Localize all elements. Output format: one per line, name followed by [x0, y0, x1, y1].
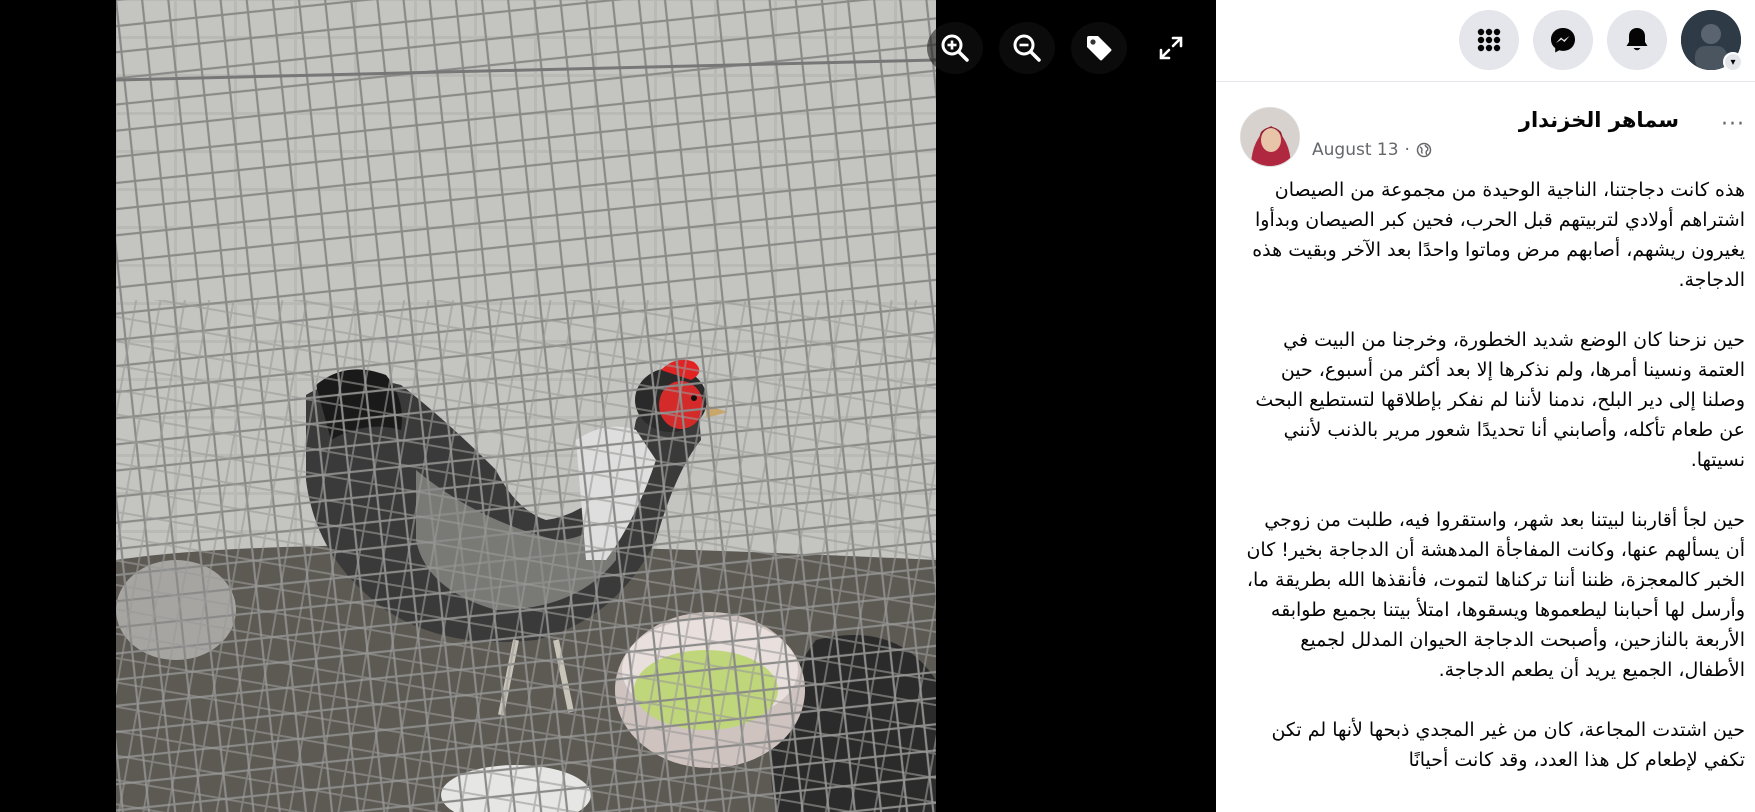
zoom-out-button[interactable] [999, 22, 1055, 74]
post-paragraph: حين اشتدت المجاعة، كان من غير المجدي ذبح… [1271, 719, 1745, 771]
post-paragraph: حين لجأ أقاربنا لبيتنا بعد شهر، واستقروا… [1246, 509, 1745, 681]
top-navigation: ▾ [1216, 0, 1755, 82]
author-avatar[interactable] [1240, 107, 1300, 167]
photo-toolbar [927, 22, 1199, 74]
fullscreen-icon [1159, 36, 1183, 60]
post-options-button[interactable]: ··· [1721, 112, 1745, 137]
tag-icon [1087, 36, 1112, 61]
post-text: هذه كانت دجاجتنا، الناجية الوحيدة من مجم… [1240, 175, 1745, 805]
messenger-button[interactable] [1533, 10, 1593, 70]
zoom-out-icon [1013, 34, 1041, 62]
post-date[interactable]: August 13 [1312, 140, 1399, 160]
post-header: سماهر الخزندار August 13 · ··· [1216, 82, 1755, 177]
post-meta: August 13 · [1312, 140, 1432, 160]
author-name[interactable]: سماهر الخزندار [1519, 108, 1679, 132]
top-icons: ▾ [1459, 10, 1743, 72]
meta-separator: · [1404, 140, 1410, 160]
globe-icon [1416, 142, 1432, 158]
messenger-icon [1551, 28, 1575, 53]
tag-photo-button[interactable] [1071, 22, 1127, 74]
account-avatar[interactable]: ▾ [1681, 10, 1743, 72]
notifications-icon [1626, 28, 1648, 51]
menu-grid-icon [1477, 28, 1501, 52]
zoom-in-icon [941, 34, 969, 62]
zoom-in-button[interactable] [927, 22, 983, 74]
post-photo[interactable] [116, 0, 936, 812]
fullscreen-button[interactable] [1143, 22, 1199, 74]
menu-button[interactable] [1459, 10, 1519, 70]
photo-viewer [0, 0, 1216, 812]
chevron-down-icon[interactable]: ▾ [1723, 52, 1743, 72]
notifications-button[interactable] [1607, 10, 1667, 70]
post-paragraph: هذه كانت دجاجتنا، الناجية الوحيدة من مجم… [1252, 179, 1745, 291]
post-sidebar: ▾ سماهر الخزندار August 13 · ··· هذه كان… [1216, 0, 1755, 812]
post-paragraph: حين نزحنا كان الوضع شديد الخطورة، وخرجنا… [1255, 329, 1745, 471]
